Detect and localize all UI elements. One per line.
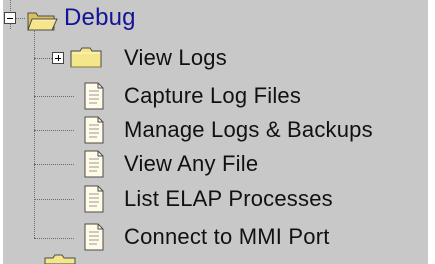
collapse-debug-button[interactable] [4, 12, 16, 24]
tree-item-label: Capture Log Files [124, 83, 302, 108]
document-icon [84, 82, 104, 110]
tree-guide-branch [34, 18, 35, 238]
tree-guide-list [34, 199, 74, 200]
document-icon [84, 150, 104, 178]
tree-guide-view-logs [34, 58, 52, 59]
document-icon [84, 185, 104, 213]
tree-item-list-elap-processes[interactable]: List ELAP Processes [124, 184, 333, 214]
tree-item-manage-logs-backups[interactable]: Manage Logs & Backups [124, 115, 373, 145]
expand-view-logs-button[interactable] [52, 52, 64, 64]
folder-icon [70, 47, 102, 68]
tree-guide-capture [34, 96, 74, 97]
tree-item-capture-log-files[interactable]: Capture Log Files [124, 81, 301, 111]
tree-item-view-logs[interactable]: View Logs [124, 43, 227, 73]
tree-item-label: Manage Logs & Backups [124, 117, 373, 142]
tree-item-label: View Logs [124, 45, 227, 70]
tree-item-connect-mmi-port[interactable]: Connect to MMI Port [124, 222, 330, 252]
tree-item-label: Debug [64, 4, 136, 31]
tree-item-label: Connect to MMI Port [124, 224, 330, 249]
tree-guide-connect [34, 238, 74, 239]
tree-guide-manage [34, 130, 74, 131]
tree-item-view-any-file[interactable]: View Any File [124, 149, 258, 179]
tree-item-debug[interactable]: Debug [64, 3, 136, 33]
tree-guide-viewany [34, 164, 74, 165]
folder-icon [44, 254, 76, 264]
document-icon [84, 223, 104, 251]
document-icon [84, 116, 104, 144]
tree-item-label: List ELAP Processes [124, 186, 333, 211]
tree-item-label: View Any File [124, 151, 259, 176]
tree-panel: Debug View Logs Capture Log Files Manage… [0, 0, 435, 264]
open-folder-icon [27, 12, 58, 31]
tree-view: Debug View Logs Capture Log Files Manage… [0, 0, 435, 264]
